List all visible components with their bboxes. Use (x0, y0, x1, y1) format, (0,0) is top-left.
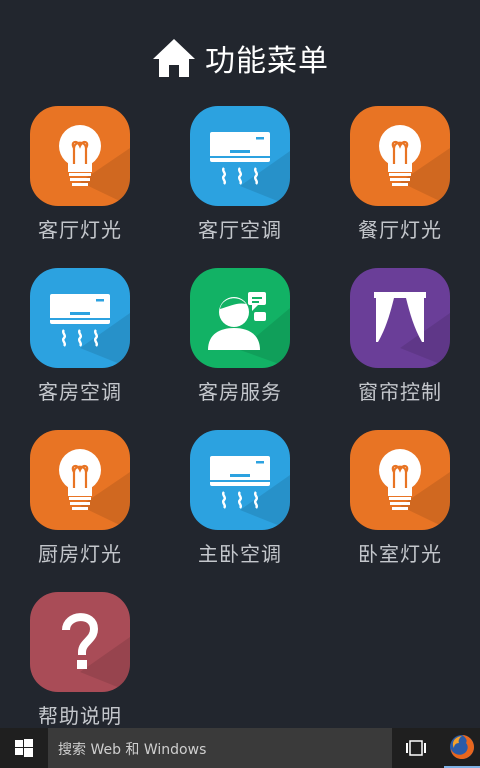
menu-item-kitchen-light[interactable]: 厨房灯光 (5, 430, 155, 570)
start-button[interactable] (0, 728, 48, 768)
search-placeholder: 搜索 Web 和 Windows (58, 742, 207, 758)
menu-item-living-room-light[interactable]: 客厅灯光 (5, 106, 155, 246)
menu-item-help[interactable]: 帮助说明 (5, 592, 155, 732)
menu-item-label: 帮助说明 (38, 704, 122, 728)
menu-item-curtain-control[interactable]: 窗帘控制 (325, 268, 475, 408)
taskbar: 搜索 Web 和 Windows (0, 728, 480, 768)
menu-item-label: 厨房灯光 (38, 542, 122, 566)
home-icon (153, 39, 195, 77)
lightbulb-icon (350, 106, 450, 206)
lightbulb-icon (350, 430, 450, 530)
taskbar-search-box[interactable]: 搜索 Web 和 Windows (48, 728, 392, 768)
menu-item-label: 客厅灯光 (38, 218, 122, 242)
page-header: 功能菜单 (0, 34, 480, 82)
menu-item-label: 主卧空调 (198, 542, 282, 566)
lightbulb-icon (30, 106, 130, 206)
menu-item-dining-room-light[interactable]: 餐厅灯光 (325, 106, 475, 246)
menu-item-label: 餐厅灯光 (358, 218, 442, 242)
curtain-icon (350, 268, 450, 368)
task-view-icon (406, 740, 426, 756)
menu-item-living-room-ac[interactable]: 客厅空调 (165, 106, 315, 246)
air-conditioner-icon (190, 430, 290, 530)
menu-item-room-service[interactable]: 客房服务 (165, 268, 315, 408)
taskbar-app-firefox[interactable] (444, 728, 480, 768)
menu-item-label: 卧室灯光 (358, 542, 442, 566)
firefox-icon (450, 735, 474, 759)
menu-item-guest-room-ac[interactable]: 客房空调 (5, 268, 155, 408)
lightbulb-icon (30, 430, 130, 530)
menu-item-label: 客厅空调 (198, 218, 282, 242)
page-title: 功能菜单 (205, 44, 329, 79)
menu-item-bedroom-light[interactable]: 卧室灯光 (325, 430, 475, 570)
menu-item-label: 窗帘控制 (358, 380, 442, 404)
question-icon (30, 592, 130, 692)
menu-item-label: 客房空调 (38, 380, 122, 404)
task-view-button[interactable] (398, 728, 434, 768)
windows-logo-icon (15, 739, 33, 757)
air-conditioner-icon (30, 268, 130, 368)
air-conditioner-icon (190, 106, 290, 206)
customer-service-icon (190, 268, 290, 368)
menu-item-master-bedroom-ac[interactable]: 主卧空调 (165, 430, 315, 570)
menu-item-label: 客房服务 (198, 380, 282, 404)
